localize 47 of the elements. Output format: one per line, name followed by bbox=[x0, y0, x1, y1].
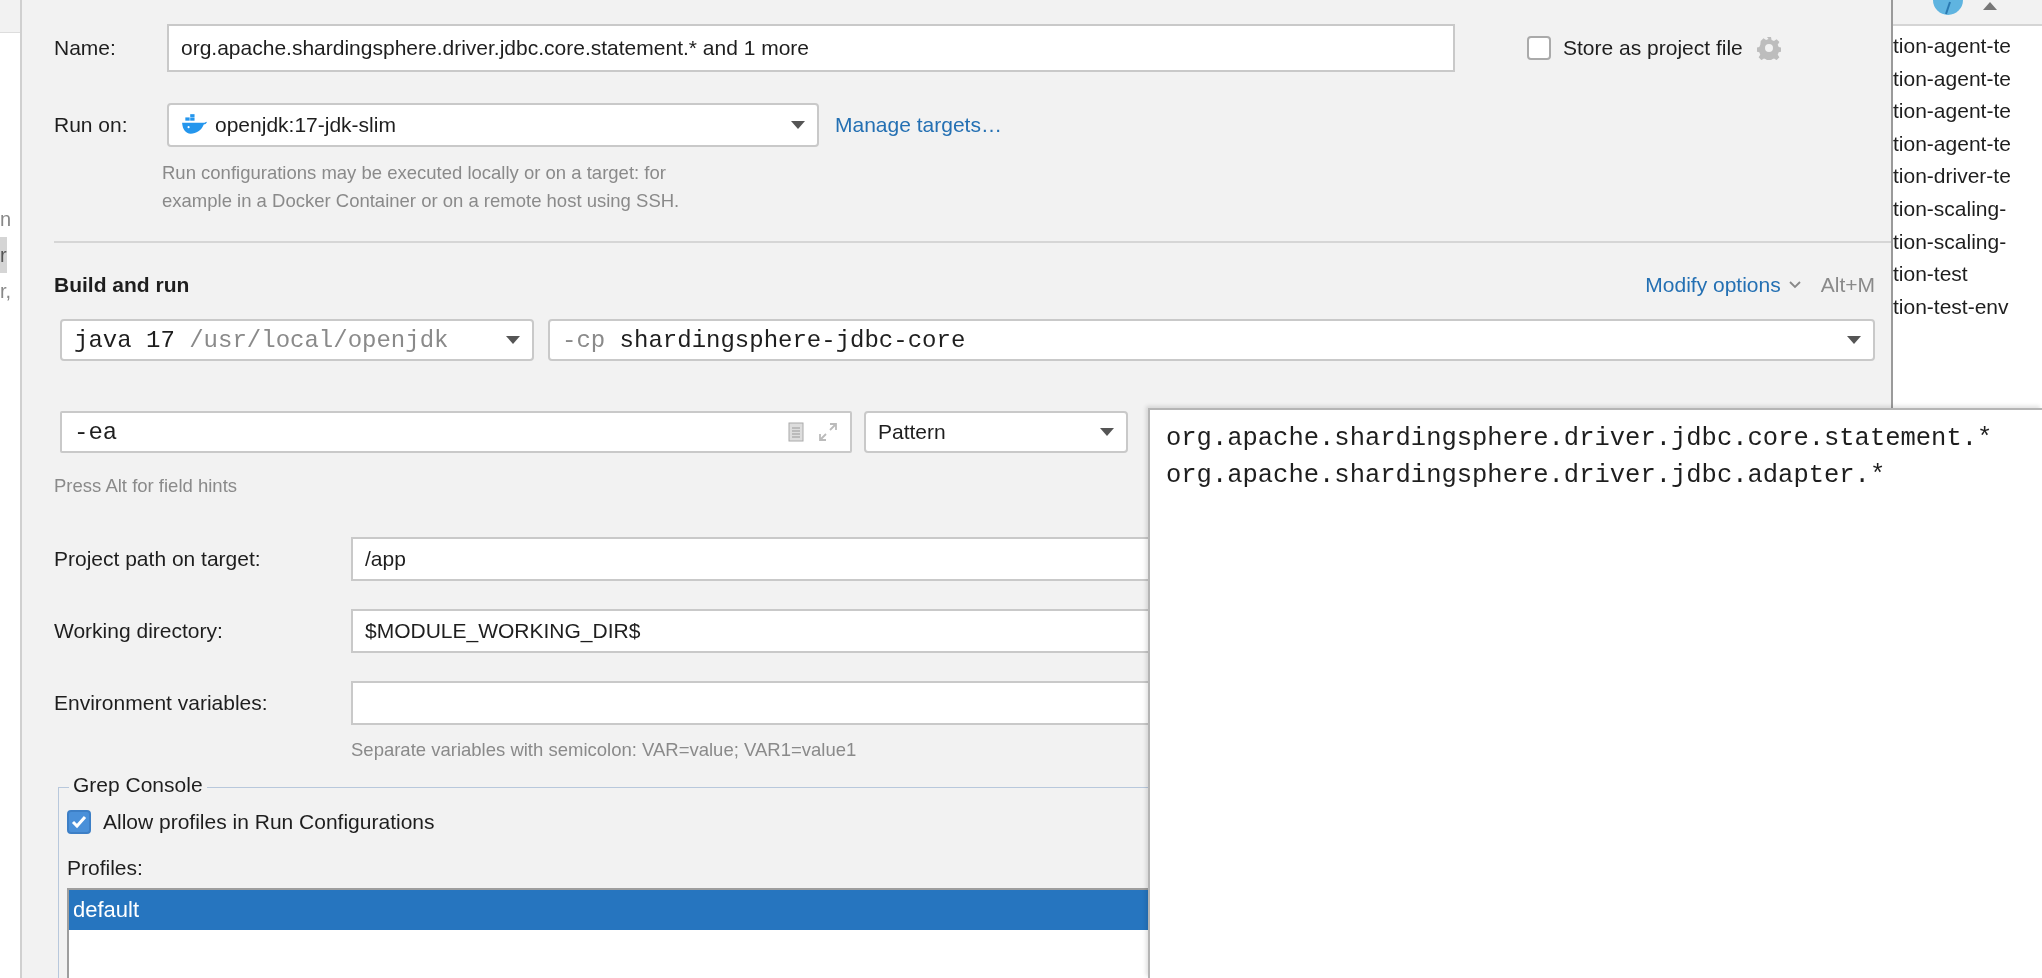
caret-icon bbox=[1100, 428, 1114, 436]
caret-icon bbox=[791, 121, 805, 129]
list-item[interactable]: tion-agent-te bbox=[1893, 127, 2042, 161]
docker-whale-icon bbox=[181, 114, 207, 136]
shortcut-text: Alt+M bbox=[1820, 273, 1875, 297]
expand-icon[interactable] bbox=[818, 422, 838, 442]
manage-targets-link[interactable]: Manage targets… bbox=[835, 113, 1002, 137]
list-item[interactable]: tion-test bbox=[1893, 258, 2042, 291]
field-label: Working directory: bbox=[54, 619, 224, 643]
checkbox-label: Store as project file bbox=[1563, 36, 1743, 60]
section-title: Build and run bbox=[54, 273, 190, 297]
checkbox[interactable] bbox=[67, 810, 91, 834]
document-icon[interactable] bbox=[788, 422, 804, 442]
list-item[interactable]: n bbox=[0, 201, 12, 237]
checkbox[interactable] bbox=[1527, 36, 1551, 60]
list-item[interactable]: tion-driver-te bbox=[1893, 160, 2042, 193]
jre-dropdown[interactable]: java 17 /usr/local/openjdk bbox=[60, 319, 534, 361]
hint-text: Separate variables with semicolon: VAR=value; VAR1=value1 bbox=[351, 739, 857, 760]
field-label: Project path on target: bbox=[54, 547, 262, 571]
list-item[interactable]: tion-test-env bbox=[1893, 290, 2042, 324]
classpath-dropdown[interactable]: -cp shardingsphere-jdbc-core bbox=[548, 319, 1875, 361]
list-item[interactable]: tion-scaling- bbox=[1893, 192, 2042, 226]
help-text: Run configurations may be executed locally or on a target: for example in a Docker Container or on a remote host using SSH. bbox=[162, 161, 681, 213]
name-field[interactable]: org.apache.shardingsphere.driver.jdbc.core.statement.* and 1 more bbox=[167, 24, 1455, 72]
list-item[interactable]: r, bbox=[0, 273, 12, 309]
field-label: Name: bbox=[54, 36, 117, 60]
test-kind-dropdown[interactable]: Pattern bbox=[864, 411, 1128, 453]
pattern-line: org.apache.shardingsphere.driver.jdbc.core.statement.* bbox=[1166, 423, 1994, 455]
list-item[interactable]: r bbox=[0, 237, 7, 273]
modify-options-link[interactable]: Modify options bbox=[1645, 273, 1801, 297]
checkbox-label: Allow profiles in Run Configurations bbox=[103, 810, 435, 834]
gear-icon[interactable] bbox=[1756, 36, 1781, 60]
list-item[interactable]: tion-scaling- bbox=[1893, 225, 2042, 259]
field-label: Environment variables: bbox=[54, 691, 269, 715]
list-item[interactable]: tion-agent-te bbox=[1893, 30, 2042, 63]
caret-icon bbox=[506, 336, 520, 344]
field-label: Run on: bbox=[54, 113, 129, 137]
hint-text: Press Alt for field hints bbox=[54, 475, 238, 497]
field-label: Profiles: bbox=[67, 856, 144, 880]
vm-options-field[interactable]: -ea bbox=[60, 411, 852, 453]
list-item[interactable]: tion-agent-te bbox=[1893, 62, 2042, 96]
pattern-line: org.apache.shardingsphere.driver.jdbc.adapter.* bbox=[1166, 460, 1887, 492]
target-dropdown[interactable]: openjdk:17-jdk-slim bbox=[167, 103, 819, 147]
caret-icon bbox=[1847, 336, 1861, 344]
list-item[interactable]: tion-agent-te bbox=[1893, 95, 2042, 128]
triangle-up-icon[interactable] bbox=[1983, 2, 1997, 10]
chevron-down-icon bbox=[1788, 281, 1801, 289]
